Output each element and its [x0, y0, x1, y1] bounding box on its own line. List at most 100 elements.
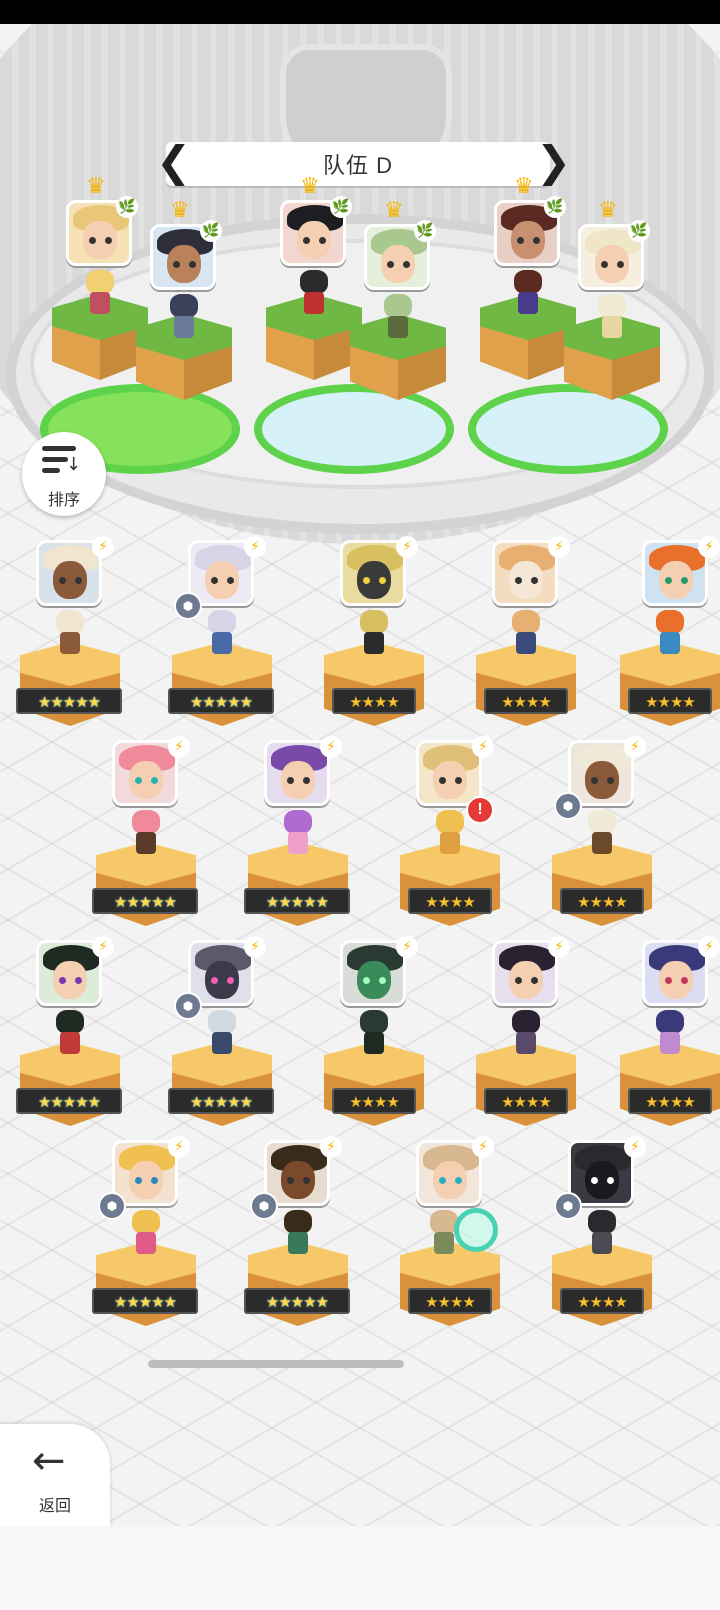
sort-icon: ↓ — [42, 446, 82, 478]
hero-chibi — [50, 1010, 90, 1056]
hero-card[interactable]: ⚡ ⬢ ★★★★★ — [166, 936, 276, 1140]
star-rating: ★★★★★ — [244, 888, 350, 914]
hero-card[interactable]: ⚡ ★★★★ — [620, 936, 720, 1140]
lightning-icon: ⚡ — [92, 936, 114, 958]
hero-card[interactable]: ⚡ ⬢ ★★★★★ — [90, 1136, 200, 1340]
crown-icon: ♛ — [300, 174, 320, 199]
lightning-icon: ⚡ — [548, 536, 570, 558]
star-rating: ★★★★ — [628, 1088, 712, 1114]
hero-chibi — [278, 810, 318, 856]
hero-chibi — [650, 1010, 690, 1056]
back-label: 返回 — [38, 1498, 71, 1515]
star-rating: ★★★★ — [628, 688, 712, 714]
hero-card[interactable]: ⚡ ⬢ ★★★★ — [546, 1136, 656, 1340]
hero-chibi — [354, 1010, 394, 1056]
lightning-icon: ⚡ — [396, 936, 418, 958]
lightning-icon: ⚡ — [244, 936, 266, 958]
star-rating: ★★★★ — [332, 688, 416, 714]
star-rating: ★★★★★ — [92, 888, 198, 914]
team-chibi-2[interactable] — [164, 294, 204, 340]
leaf-icon: 🌿 — [544, 196, 566, 218]
sort-label: 排序 — [47, 492, 80, 509]
class-badge-icon: ⬢ — [174, 992, 202, 1020]
team-chibi-6[interactable] — [592, 294, 632, 340]
hero-card[interactable]: ⚡ ★★★★★ — [14, 536, 124, 740]
hero-chibi — [582, 810, 622, 856]
crown-icon: ♛ — [598, 198, 618, 223]
hero-card[interactable]: ⚡ ★★★★ — [620, 536, 720, 740]
star-rating: ★★★★ — [332, 1088, 416, 1114]
hero-chibi — [506, 1010, 546, 1056]
alert-icon: ! — [466, 796, 494, 824]
hero-card[interactable]: ⚡ ★★★★★ — [90, 736, 200, 940]
star-rating: ★★★★★ — [168, 1088, 274, 1114]
hero-card[interactable]: ⚡ ⬢ ★★★★★ — [242, 1136, 352, 1340]
lightning-icon: ⚡ — [472, 736, 494, 758]
lightning-icon: ⚡ — [168, 736, 190, 758]
lightning-icon: ⚡ — [320, 1136, 342, 1158]
hero-card[interactable]: ⚡ ⬢ ★★★★ — [546, 736, 656, 940]
star-rating: ★★★★ — [560, 888, 644, 914]
star-rating: ★★★★ — [560, 1288, 644, 1314]
lightning-icon: ⚡ — [396, 536, 418, 558]
lightning-icon: ⚡ — [320, 736, 342, 758]
lightning-icon: ⚡ — [698, 936, 720, 958]
leaf-icon: 🌿 — [200, 220, 222, 242]
sort-button[interactable]: ↓ 排序 — [22, 432, 106, 516]
crown-icon: ♛ — [384, 198, 404, 223]
lightning-icon: ⚡ — [244, 536, 266, 558]
hero-card[interactable]: ⚡ ★★★★ — [318, 536, 428, 740]
team-chibi-3[interactable] — [294, 270, 334, 316]
class-badge-icon: ⬢ — [554, 1192, 582, 1220]
hero-card[interactable]: ⚡ ★★★★ — [470, 936, 580, 1140]
star-rating: ★★★★ — [408, 1288, 492, 1314]
team-chibi-4[interactable] — [378, 294, 418, 340]
leaf-icon: 🌿 — [116, 196, 138, 218]
leaf-icon: 🌿 — [414, 220, 436, 242]
crown-icon: ♛ — [86, 174, 106, 199]
hero-chibi — [506, 610, 546, 656]
hero-chibi — [126, 1210, 166, 1256]
hero-chibi — [202, 610, 242, 656]
previous-team-arrow-icon[interactable]: ❮ — [156, 138, 191, 190]
hero-chibi — [582, 1210, 622, 1256]
hero-card[interactable]: ⚡ ! ★★★★ — [394, 736, 504, 940]
hero-card[interactable]: ⚡ ⬢ ★★★★★ — [166, 536, 276, 740]
status-bar — [0, 0, 720, 24]
lightning-icon: ⚡ — [472, 1136, 494, 1158]
game-scene: ❮ 队伍 D ❯ ♛ 🌿 ♛ 🌿 ♛ 🌿 ♛ 🌿 ♛ 🌿 ♛ 🌿 ↓ 排序 ⚡ … — [0, 24, 720, 1526]
hero-card[interactable]: ⚡ ★★★★ — [394, 1136, 504, 1340]
crown-icon: ♛ — [170, 198, 190, 223]
hero-chibi — [50, 610, 90, 656]
hero-chibi — [650, 610, 690, 656]
team-title: 队伍 D — [322, 153, 393, 178]
star-rating: ★★★★★ — [168, 688, 274, 714]
star-rating: ★★★★★ — [244, 1288, 350, 1314]
team-chibi-1[interactable] — [80, 270, 120, 316]
lightning-icon: ⚡ — [624, 1136, 646, 1158]
class-badge-icon: ⬢ — [98, 1192, 126, 1220]
hero-chibi — [202, 1010, 242, 1056]
hero-chibi — [126, 810, 166, 856]
leaf-icon: 🌿 — [330, 196, 352, 218]
hero-card[interactable]: ⚡ ★★★★★ — [242, 736, 352, 940]
lightning-icon: ⚡ — [698, 536, 720, 558]
hero-card[interactable]: ⚡ ★★★★★ — [14, 936, 124, 1140]
team-chibi-5[interactable] — [508, 270, 548, 316]
team-selector: ❮ 队伍 D ❯ — [156, 138, 571, 186]
star-rating: ★★★★★ — [16, 1088, 122, 1114]
star-rating: ★★★★★ — [16, 688, 122, 714]
class-badge-icon: ⬢ — [174, 592, 202, 620]
back-button[interactable]: ← 返回 — [0, 1424, 110, 1528]
star-rating: ★★★★ — [408, 888, 492, 914]
back-arrow-icon: ← — [32, 1438, 66, 1484]
hero-card[interactable]: ⚡ ★★★★ — [470, 536, 580, 740]
lightning-icon: ⚡ — [548, 936, 570, 958]
next-team-arrow-icon[interactable]: ❯ — [536, 138, 571, 190]
star-rating: ★★★★ — [484, 1088, 568, 1114]
class-badge-icon: ⬢ — [250, 1192, 278, 1220]
selection-ring-icon — [454, 1208, 498, 1252]
class-badge-icon: ⬢ — [554, 792, 582, 820]
horizontal-scrollbar[interactable] — [148, 1360, 404, 1368]
hero-card[interactable]: ⚡ ★★★★ — [318, 936, 428, 1140]
